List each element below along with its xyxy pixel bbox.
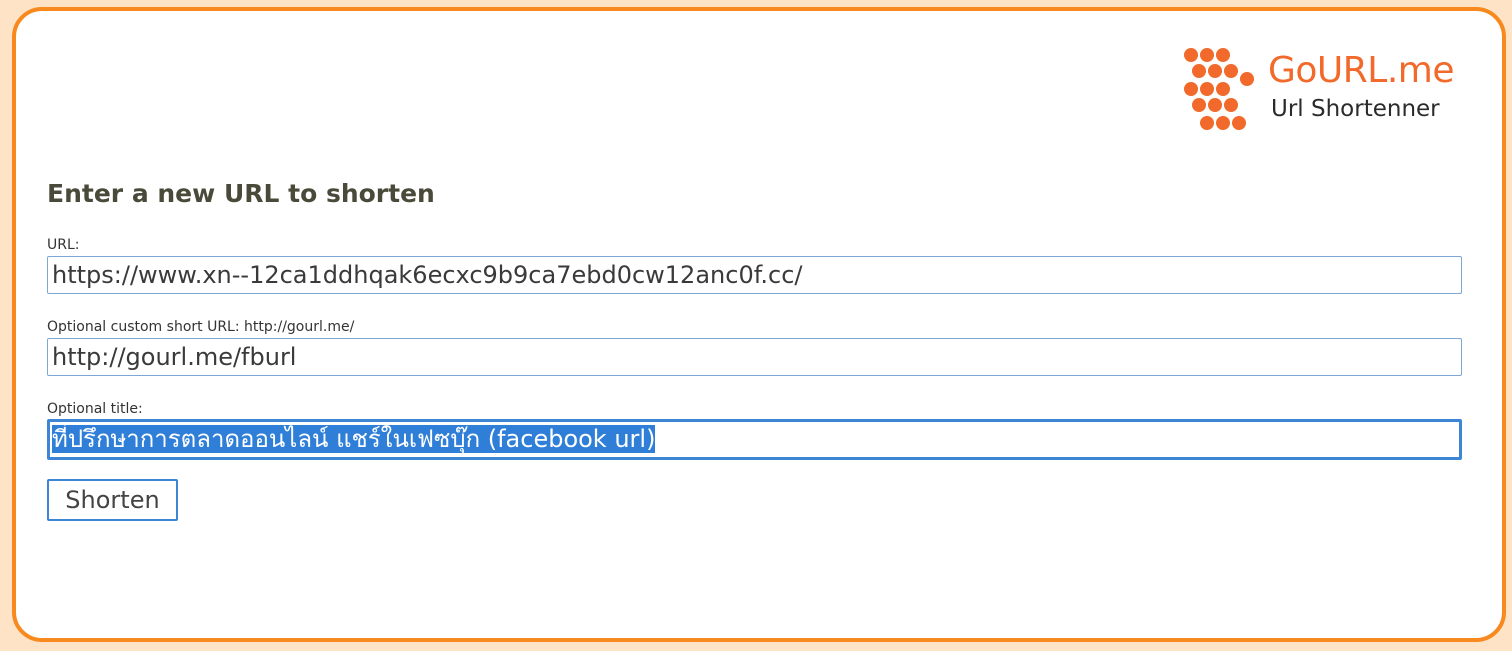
custom-short-url-label: Optional custom short URL: http://gourl.…: [47, 319, 355, 335]
url-label: URL:: [47, 237, 80, 253]
custom-short-url-input[interactable]: http://gourl.me/fburl: [47, 338, 1462, 376]
logo-tagline: Url Shortenner: [1271, 96, 1440, 122]
gourl-logo[interactable]: GoURL.me Url Shortenner: [1178, 45, 1478, 135]
title-label: Optional title:: [47, 401, 143, 417]
url-input[interactable]: https://www.xn--12ca1ddhqak6ecxc9b9ca7eb…: [47, 256, 1462, 294]
title-input-selected-text: ที่ปรึกษาการตลาดออนไลน์ แชร์ในเฟซบุ๊ก (f…: [52, 425, 656, 453]
main-card: GoURL.me Url Shortenner Enter a new URL …: [12, 7, 1506, 642]
title-input[interactable]: ที่ปรึกษาการตลาดออนไลน์ แชร์ในเฟซบุ๊ก (f…: [47, 419, 1462, 460]
shorten-button[interactable]: Shorten: [47, 479, 178, 521]
form-heading: Enter a new URL to shorten: [47, 179, 435, 208]
dots-logo-icon: [1184, 48, 1254, 130]
logo-name: GoURL.me: [1268, 50, 1455, 91]
